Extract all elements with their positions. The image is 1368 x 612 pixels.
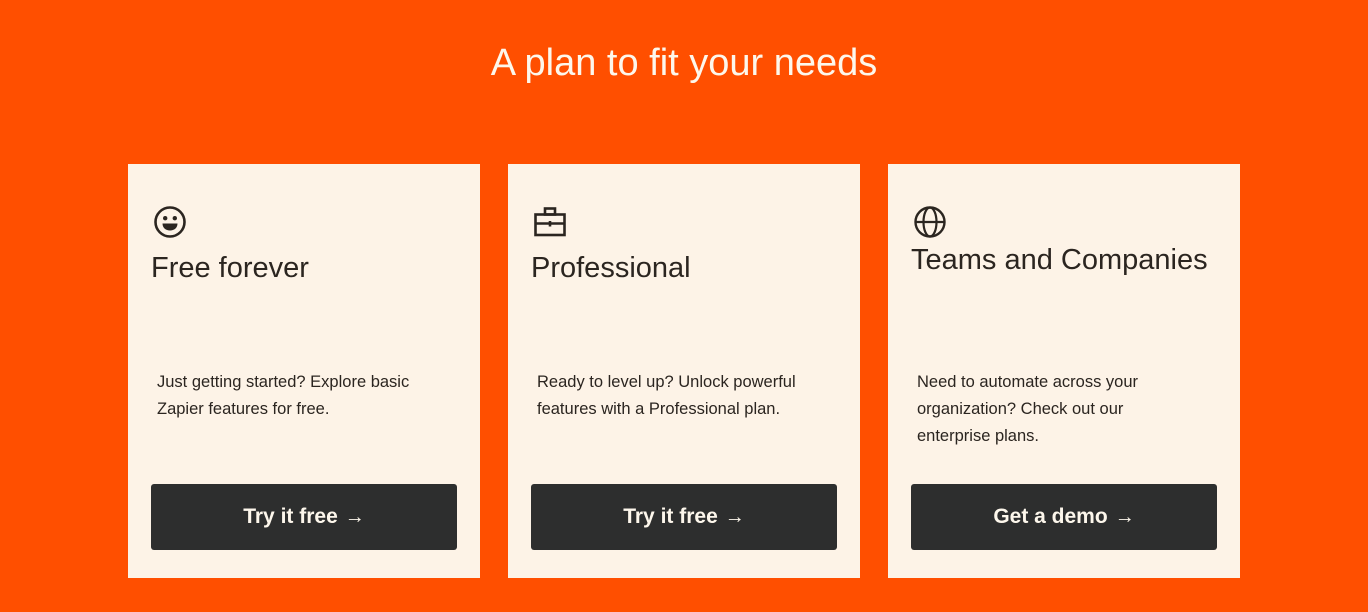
plan-title: Free forever bbox=[151, 252, 309, 284]
button-label: Get a demo bbox=[993, 505, 1108, 528]
arrow-right-icon: → bbox=[724, 506, 745, 528]
plan-description: Need to automate across your organizatio… bbox=[917, 373, 1139, 445]
smiley-face-icon bbox=[152, 204, 188, 240]
plan-card-professional: Professional Ready to level up? Unlock p… bbox=[508, 164, 860, 578]
briefcase-icon bbox=[532, 204, 568, 240]
plan-title: Teams and Companies bbox=[911, 244, 1208, 276]
arrow-right-icon: → bbox=[344, 506, 365, 528]
button-label: Try it free bbox=[243, 505, 338, 528]
get-a-demo-button[interactable]: Get a demo → bbox=[911, 484, 1217, 550]
try-it-free-button[interactable]: Try it free → bbox=[151, 484, 457, 550]
globe-icon bbox=[912, 204, 948, 240]
plan-card-free: Free forever Just getting started? Explo… bbox=[128, 164, 480, 578]
plan-description: Just getting started? Explore basic Zapi… bbox=[157, 373, 410, 418]
plan-cards: Free forever Just getting started? Explo… bbox=[128, 164, 1240, 578]
button-label: Try it free bbox=[623, 505, 718, 528]
plan-description: Ready to level up? Unlock powerful featu… bbox=[537, 373, 796, 418]
plan-title: Professional bbox=[531, 252, 691, 284]
try-it-free-button[interactable]: Try it free → bbox=[531, 484, 837, 550]
section-heading: A plan to fit your needs bbox=[490, 42, 878, 84]
arrow-right-icon: → bbox=[1114, 506, 1135, 528]
plan-card-teams: Teams and Companies Need to automate acr… bbox=[888, 164, 1240, 578]
